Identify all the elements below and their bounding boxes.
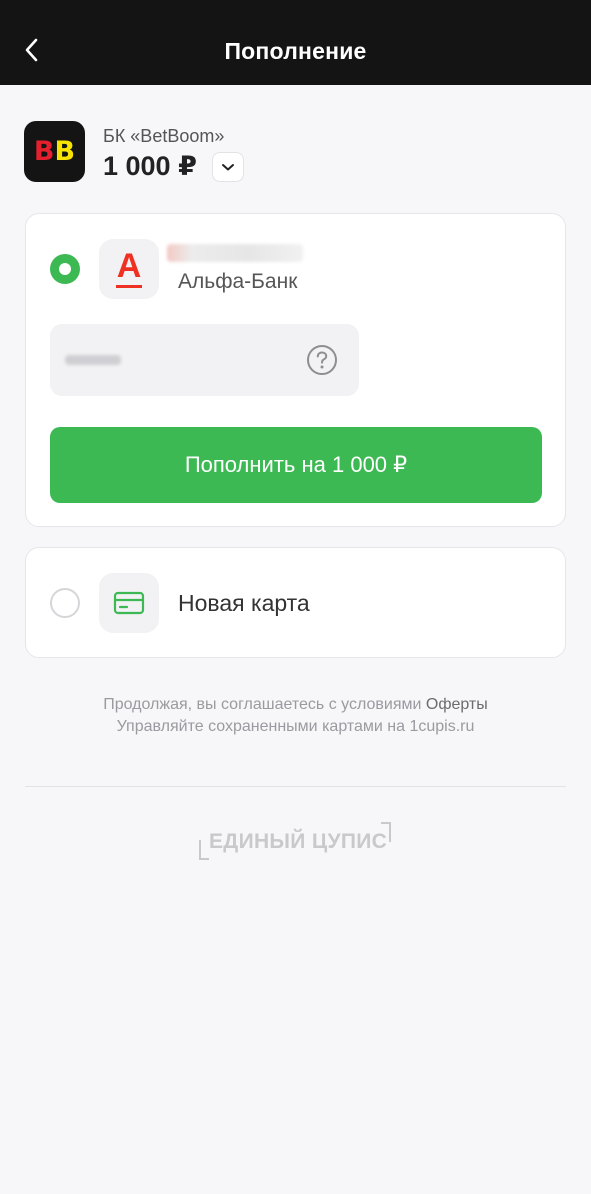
question-circle-icon	[307, 345, 337, 375]
pay-button[interactable]: Пополнить на 1 000 ₽	[50, 427, 542, 503]
manage-cards-text: Управляйте сохраненными картами на 1cupi…	[116, 718, 475, 735]
cupis-corner-left	[199, 840, 209, 860]
cupis-brand-text: ЕДИНЫЙ ЦУПИС	[209, 830, 388, 853]
agreement-prefix: Продолжая, вы соглашаетесь с условиями	[103, 696, 426, 713]
cupis-logo: ЕДИНЫЙ ЦУПИС	[199, 822, 395, 862]
offer-link[interactable]: Оферты	[426, 696, 488, 713]
merchant-name: БК «BetBoom»	[103, 126, 225, 146]
masked-card-number	[167, 244, 303, 262]
divider	[25, 786, 566, 787]
chevron-down-icon	[222, 164, 234, 171]
top-navigation-bar: Пополнение	[0, 0, 591, 85]
radio-dot	[59, 263, 71, 275]
alfa-bank-letter: А	[116, 247, 142, 285]
masked-cvv	[65, 355, 121, 365]
amount-toggle-button[interactable]	[212, 152, 244, 182]
alfa-bank-underline	[116, 285, 142, 288]
cvv-input[interactable]	[50, 324, 359, 396]
cupis-corner-right	[381, 822, 391, 842]
betboom-logo: BB	[24, 121, 85, 182]
saved-card-radio[interactable]	[50, 254, 80, 284]
merchant-info: BB БК «BetBoom» 1 000 ₽	[24, 121, 564, 183]
alfa-bank-mark: А	[115, 249, 143, 289]
bank-name: Альфа-Банк	[178, 270, 298, 293]
alfa-bank-logo: А	[99, 239, 159, 299]
logo-letter-left: B	[33, 136, 55, 167]
new-card-radio[interactable]	[50, 588, 80, 618]
agreement-text: Продолжая, вы соглашаетесь с условиями О…	[0, 696, 591, 714]
credit-card-icon	[113, 591, 145, 615]
new-card-icon-wrap	[99, 573, 159, 633]
deposit-amount: 1 000 ₽	[103, 151, 197, 181]
cvv-help-button[interactable]	[306, 344, 338, 376]
new-card-label: Новая карта	[178, 590, 310, 616]
new-card-option[interactable]: Новая карта	[25, 547, 566, 658]
page-title: Пополнение	[224, 38, 367, 64]
saved-card-option[interactable]: А Альфа-Банк Пополнить на 1 000 ₽	[25, 213, 566, 527]
logo-letter-right: B	[54, 136, 76, 167]
